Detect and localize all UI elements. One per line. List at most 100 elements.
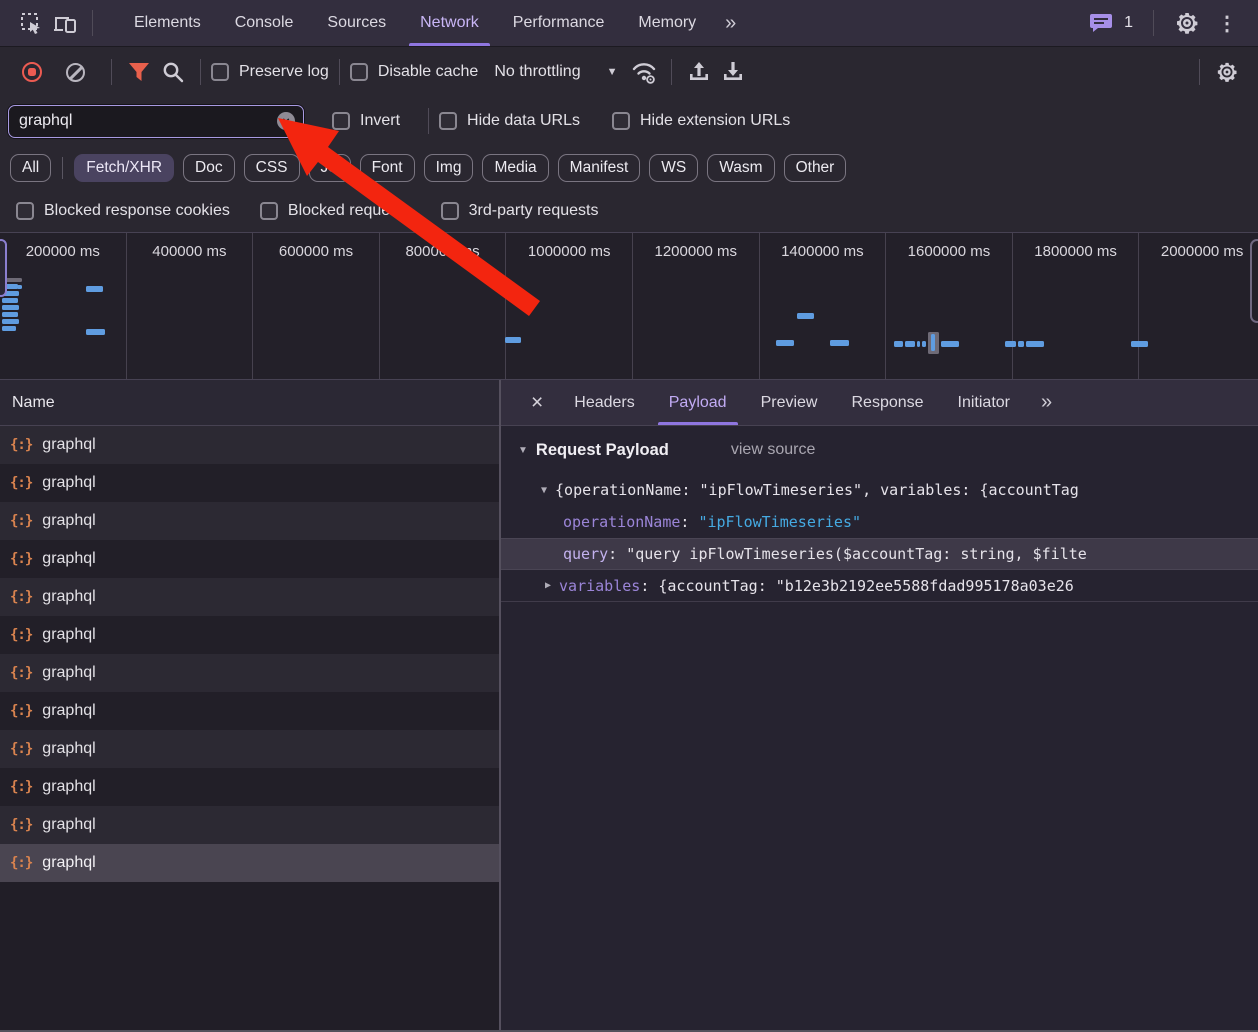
detail-tabs-bar: × HeadersPayloadPreviewResponseInitiator… [501,380,1258,426]
more-tabs-icon[interactable]: » [713,0,748,46]
request-row[interactable]: {:}graphql [0,502,499,540]
tab-elements[interactable]: Elements [117,0,218,46]
network-conditions-icon[interactable] [627,55,661,89]
third-party-requests-checkbox[interactable]: 3rd-party requests [441,202,599,220]
request-name: graphql [42,816,95,834]
request-row[interactable]: {:}graphql [0,730,499,768]
filter-chip-js[interactable]: JS [309,154,351,182]
network-overview-timeline[interactable]: 200000 ms400000 ms600000 ms800000 ms1000… [0,232,1258,380]
timeline-right-scrollbar[interactable] [1250,239,1258,323]
name-column-header[interactable]: Name [0,380,499,426]
filter-chip-all[interactable]: All [10,154,51,182]
request-row[interactable]: {:}graphql [0,464,499,502]
request-payload-title: Request Payload [536,441,669,460]
payload-property-row[interactable]: operationName: "ipFlowTimeseries" [501,506,1258,538]
filter-value[interactable]: graphql [19,112,277,130]
checkbox-box[interactable] [441,202,459,220]
timeline-request-bar [86,329,105,335]
request-name: graphql [42,512,95,530]
inspect-element-icon[interactable] [14,6,48,40]
request-name: graphql [42,474,95,492]
request-type-chips: All Fetch/XHR Doc CSS JS Font Img Media Manifest… [0,145,1258,190]
request-row[interactable]: {:}graphql [0,578,499,616]
collapse-triangle-icon[interactable]: ▼ [541,485,547,496]
request-row[interactable]: {:} graphql [0,806,499,844]
checkbox-box[interactable] [439,112,457,130]
tab-console[interactable]: Console [218,0,311,46]
expand-triangle-icon[interactable]: ▶ [545,580,551,591]
disable-cache-checkbox[interactable]: Disable cache [350,63,479,81]
filter-chip-css[interactable]: CSS [244,154,300,182]
filter-chip-wasm[interactable]: Wasm [707,154,774,182]
timeline-left-handle[interactable] [0,239,7,297]
more-detail-tabs-icon[interactable]: » [1027,380,1066,425]
checkbox-box[interactable] [612,112,630,130]
network-settings-gear-icon[interactable] [1210,55,1244,89]
request-row[interactable]: {:}graphql [0,540,499,578]
fetch-xhr-icon: {:} [10,703,32,719]
hide-extension-urls-checkbox[interactable]: Hide extension URLs [612,112,790,130]
filter-text-input[interactable]: graphql × [8,105,304,138]
request-row[interactable]: {:}graphql [0,692,499,730]
request-row[interactable]: {:}graphql [0,768,499,806]
settings-gear-icon[interactable] [1170,6,1204,40]
fetch-xhr-icon: {:} [10,551,32,567]
request-row[interactable]: {:}graphql [0,616,499,654]
timeline-section: 800000 ms [380,233,507,379]
tab-memory[interactable]: Memory [621,0,713,46]
hide-data-urls-checkbox[interactable]: Hide data URLs [439,112,580,130]
checkbox-box[interactable] [16,202,34,220]
request-row[interactable]: {:}graphql [0,654,499,692]
more-options-icon[interactable]: ⋮ [1210,6,1244,40]
filter-chip-fetch-xhr[interactable]: Fetch/XHR [74,154,174,182]
detail-tab-preview[interactable]: Preview [744,380,835,425]
close-details-icon[interactable]: × [517,380,557,425]
timeline-request-bar [2,326,16,331]
throttling-select[interactable]: No throttling ▼ [494,63,617,81]
checkbox-box[interactable] [332,112,350,130]
filter-funnel-icon[interactable] [122,55,156,89]
checkbox-box[interactable] [211,63,229,81]
payload-preview-row[interactable]: ▼{operationName: "ipFlowTimeseries", var… [501,474,1258,506]
clear-network-log-button[interactable] [66,63,85,82]
filter-chip-doc[interactable]: Doc [183,154,235,182]
blocked-requests-checkbox[interactable]: Blocked requests [260,202,411,220]
request-row[interactable]: {:}graphql [0,426,499,464]
checkbox-box[interactable] [260,202,278,220]
request-row[interactable]: {:}graphql [0,844,499,882]
detail-tab-initiator[interactable]: Initiator [941,380,1027,425]
filter-chip-media[interactable]: Media [482,154,548,182]
collapse-triangle-icon[interactable]: ▼ [518,445,528,456]
invert-checkbox[interactable]: Invert [332,112,400,130]
tab-performance[interactable]: Performance [496,0,622,46]
record-network-log-button[interactable] [22,62,42,82]
filter-chip-ws[interactable]: WS [649,154,698,182]
preserve-log-checkbox[interactable]: Preserve log [211,63,329,81]
request-name: graphql [42,778,95,796]
detail-tab-response[interactable]: Response [834,380,940,425]
device-toolbar-icon[interactable] [48,6,82,40]
timeline-tick-label: 200000 ms [26,243,100,260]
filter-chip-img[interactable]: Img [424,154,474,182]
payload-property-row-selected[interactable]: query: "query ipFlowTimeseries($accountT… [501,538,1258,570]
search-icon[interactable] [156,55,190,89]
filter-chip-manifest[interactable]: Manifest [558,154,641,182]
blocked-response-cookies-checkbox[interactable]: Blocked response cookies [16,202,230,220]
detail-tab-payload[interactable]: Payload [652,380,744,425]
import-har-icon[interactable] [682,55,716,89]
filter-chip-other[interactable]: Other [784,154,847,182]
export-har-icon[interactable] [716,55,750,89]
view-source-link[interactable]: view source [731,441,815,459]
throttling-value: No throttling [494,63,580,81]
checkbox-box[interactable] [350,63,368,81]
tab-network[interactable]: Network [403,0,496,46]
timeline-section: 2000000 ms [1139,233,1258,379]
clear-filter-icon[interactable]: × [277,112,295,130]
timeline-tick-label: 1400000 ms [781,243,864,260]
issues-message-icon[interactable] [1084,6,1118,40]
payload-variables-row[interactable]: ▶variables: {accountTag: "b12e3b2192ee55… [501,570,1258,602]
tab-sources[interactable]: Sources [310,0,403,46]
filter-chip-font[interactable]: Font [360,154,415,182]
detail-tab-headers[interactable]: Headers [557,380,651,425]
fetch-xhr-icon: {:} [10,817,32,833]
